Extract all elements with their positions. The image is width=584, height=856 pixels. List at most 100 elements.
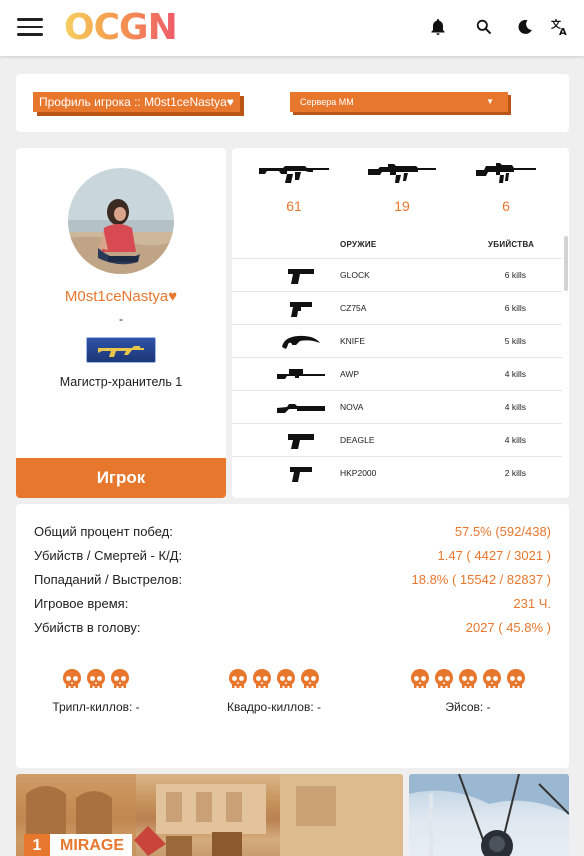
map-card-2[interactable] — [409, 774, 569, 856]
profile-card: M0st1ceNastya♥ - Магистр-хранитель 1 Игр… — [16, 148, 226, 498]
player-button[interactable]: Игрок — [16, 458, 226, 498]
player-subtitle: - — [119, 312, 123, 326]
list-item: GLOCK 6 kills — [232, 258, 562, 291]
stat-row: Игровое время: 231 Ч. — [34, 596, 551, 616]
search-icon[interactable] — [473, 16, 495, 38]
stats-panel: Общий процент побед: 57.5% (592/438) Уби… — [16, 504, 569, 768]
skull-icon — [227, 668, 249, 694]
servers-dropdown-label: Сервера ММ — [300, 97, 354, 107]
stat-value: 57.5% (592/438) — [454, 524, 551, 539]
profile-selector-bar: Профиль игрока :: M0st1ceNastya♥ Сервера… — [16, 74, 569, 132]
stat-label: Убийств в голову: — [34, 620, 141, 635]
weapon-name: CZ75A — [340, 303, 367, 313]
player-name: M0st1ceNastya♥ — [64, 288, 178, 305]
weapon-name: HKP2000 — [340, 468, 377, 478]
stat-label: Попаданий / Выстрелов: — [34, 572, 183, 587]
skull-icon — [481, 668, 503, 694]
weapon-kills: 6 kills — [504, 303, 526, 313]
weapon-name: DEAGLE — [340, 435, 375, 445]
servers-dropdown[interactable]: Сервера ММ ▼ — [290, 92, 508, 112]
weapon-kills-list[interactable]: GLOCK 6 kills CZ75A 6 kills KNIFE 5 kill… — [232, 258, 562, 489]
list-item: CZ75A 6 kills — [232, 291, 562, 324]
top-weapon-3: 6 — [466, 162, 546, 214]
list-scrollbar[interactable] — [564, 236, 568, 291]
stat-row: Убийств в голову: 2027 ( 45.8% ) — [34, 620, 551, 640]
cz75a-icon — [272, 292, 330, 325]
top-weapon-2: 19 — [362, 162, 442, 214]
weapon-kills: 4 kills — [504, 369, 526, 379]
triple-kill-skulls — [56, 668, 136, 694]
hkp2000-icon — [272, 457, 330, 490]
list-item: KNIFE 5 kills — [232, 324, 562, 357]
site-logo[interactable]: OCGN — [64, 8, 178, 48]
stat-value: 1.47 ( 4427 / 3021 ) — [437, 548, 551, 563]
weapon-kills: 6 kills — [504, 270, 526, 280]
stat-label: Убийств / Смертей - К/Д: — [34, 548, 183, 563]
stat-label: Общий процент побед: — [34, 524, 173, 539]
top-weapon-kills: 19 — [394, 198, 410, 214]
stat-row: Общий процент побед: 57.5% (592/438) — [34, 524, 551, 544]
weapon-kills: 4 kills — [504, 402, 526, 412]
rank-badge-icon — [86, 337, 156, 363]
weapon-kills: 2 kills — [504, 468, 526, 478]
deagle-icon — [272, 424, 330, 457]
skull-icon — [275, 668, 297, 694]
knife-icon — [272, 325, 330, 358]
menu-icon[interactable] — [17, 18, 43, 36]
list-item: DEAGLE 4 kills — [232, 423, 562, 456]
rank-name: Магистр-хранитель 1 — [59, 375, 183, 389]
stat-row: Убийств / Смертей - К/Д: 1.47 ( 4427 / 3… — [34, 548, 551, 568]
awp-icon — [272, 358, 330, 391]
weapon-name: KNIFE — [340, 336, 366, 346]
stat-label: Игровое время: — [34, 596, 129, 611]
triple-kill-label: Трипл-киллов: - — [52, 700, 140, 714]
bell-icon[interactable] — [427, 16, 449, 38]
svg-text:A: A — [559, 27, 567, 36]
top-weapon-kills: 61 — [286, 198, 302, 214]
map-image — [409, 774, 569, 856]
list-item: AWP 4 kills — [232, 357, 562, 390]
list-item: HKP2000 2 kills — [232, 456, 562, 489]
list-item: NOVA 4 kills — [232, 390, 562, 423]
skull-icon — [457, 668, 479, 694]
weapon-name: NOVA — [340, 402, 364, 412]
moon-icon[interactable] — [514, 16, 536, 38]
skull-icon — [409, 668, 431, 694]
skull-icon — [61, 668, 83, 694]
profile-dropdown[interactable]: Профиль игрока :: M0st1ceNastya♥ — [33, 92, 240, 112]
map-rank: 1 — [24, 834, 50, 856]
weapon-name: AWP — [340, 369, 360, 379]
skull-icon — [433, 668, 455, 694]
column-header-kills: УБИЙСТВА — [488, 240, 535, 249]
skull-icon — [85, 668, 107, 694]
weapon-kills: 4 kills — [504, 435, 526, 445]
chevron-down-icon: ▼ — [486, 97, 494, 106]
quad-kill-label: Квадро-киллов: - — [226, 700, 322, 714]
avatar — [68, 168, 174, 274]
weapons-panel: 61 19 6 ОРУЖИЕ УБИЙСТВА GLOCK 6 kills CZ… — [232, 148, 569, 498]
stat-value: 18.8% ( 15542 / 82837 ) — [411, 572, 552, 587]
skull-icon — [505, 668, 527, 694]
map-label: 1 MIRAGE — [24, 834, 132, 856]
ace-skulls — [404, 668, 532, 694]
m4a1-icon — [476, 163, 536, 183]
map-card-mirage[interactable]: 1 MIRAGE — [16, 774, 403, 856]
top-weapon-kills: 6 — [502, 198, 510, 214]
glock-icon — [272, 259, 330, 292]
map-name: MIRAGE — [60, 837, 124, 854]
top-header: OCGN 文A — [0, 0, 584, 56]
ace-label: Эйсов: - — [445, 700, 491, 714]
stat-value: 231 Ч. — [513, 596, 551, 611]
top-weapon-1: 61 — [254, 162, 334, 214]
skull-icon — [299, 668, 321, 694]
ak47-icon — [259, 166, 329, 183]
m4a4-icon — [368, 164, 436, 183]
weapon-kills: 5 kills — [504, 336, 526, 346]
stat-value: 2027 ( 45.8% ) — [465, 620, 551, 635]
skull-icon — [109, 668, 131, 694]
weapon-name: GLOCK — [340, 270, 370, 280]
column-header-weapon: ОРУЖИЕ — [340, 240, 377, 249]
translate-icon[interactable]: 文A — [549, 16, 571, 38]
stat-row: Попаданий / Выстрелов: 18.8% ( 15542 / 8… — [34, 572, 551, 592]
skull-icon — [251, 668, 273, 694]
